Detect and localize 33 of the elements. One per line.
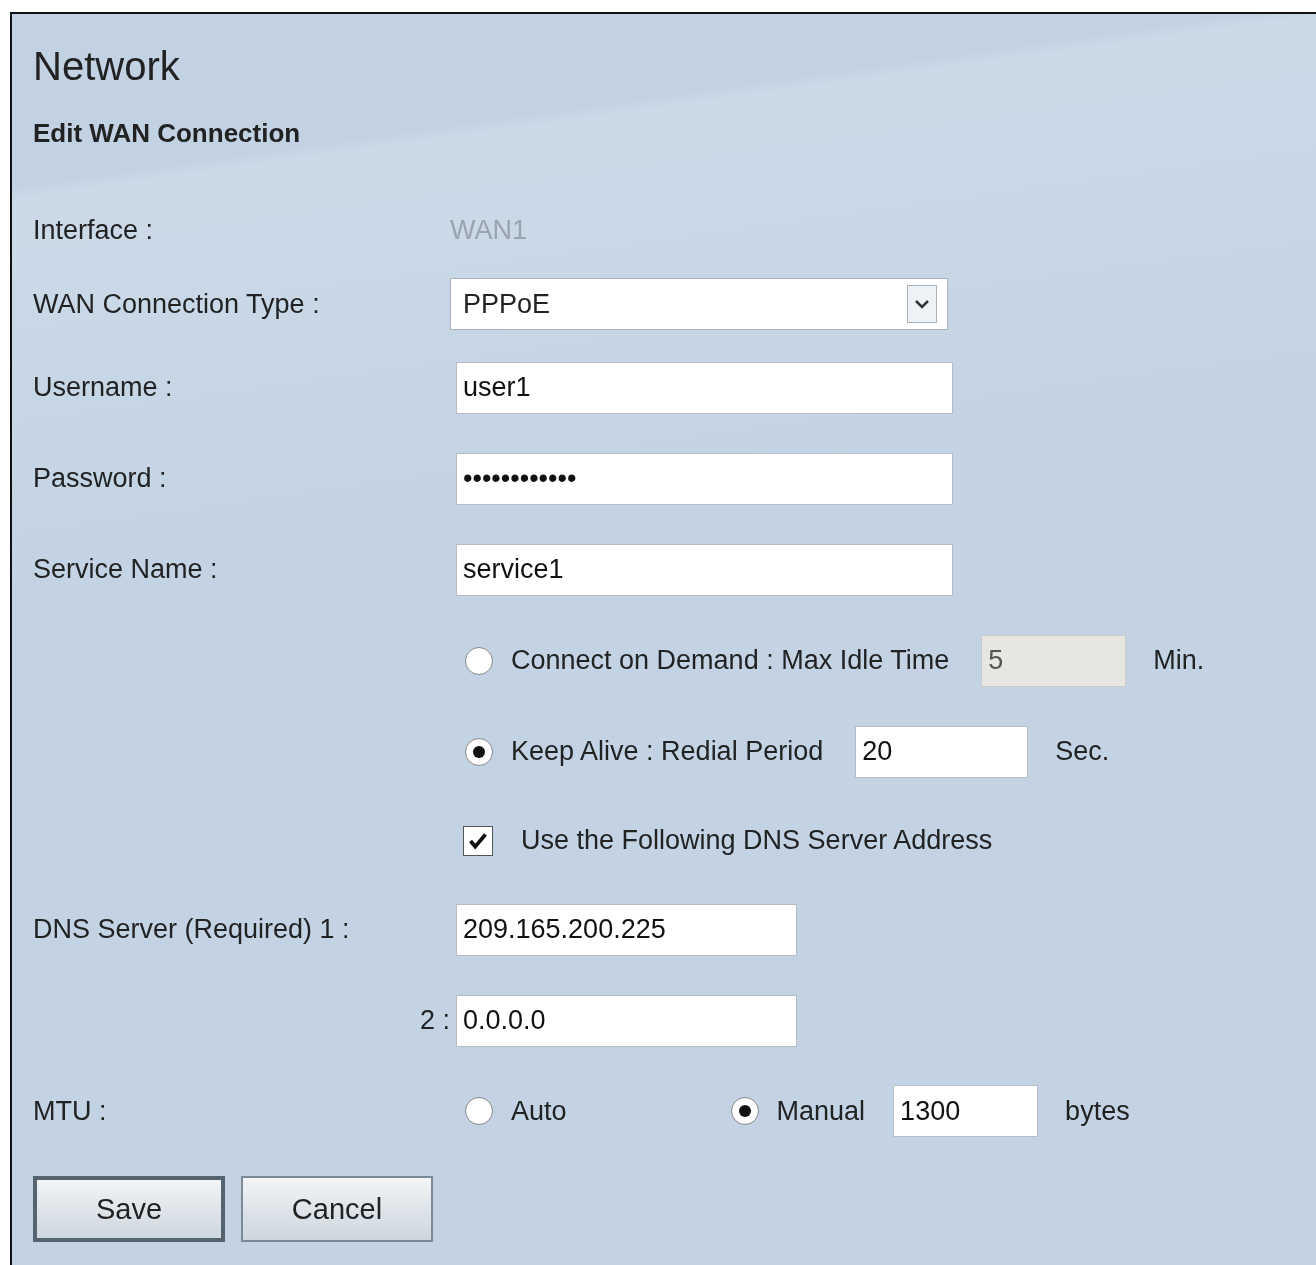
- field-label: 2 :: [418, 1005, 450, 1036]
- dns-field[interactable]: 0.0.0.0: [456, 994, 797, 1047]
- option-label: Keep Alive : Redial Period: [511, 736, 824, 767]
- field-label: Service Name :: [33, 554, 219, 585]
- text-field[interactable]: ••••••••••••: [456, 452, 953, 505]
- mtu-field[interactable]: 1300: [893, 1085, 1039, 1137]
- connection-type-select[interactable]: PPPoE: [450, 278, 948, 330]
- interface-value: WAN1: [450, 214, 527, 246]
- field-label: Password :: [33, 463, 168, 494]
- unit-label: Sec.: [1055, 736, 1110, 767]
- option-label: Auto: [511, 1095, 567, 1127]
- unit-label: Min.: [1153, 645, 1205, 676]
- option-label: Connect on Demand : Max Idle Time: [511, 645, 950, 676]
- radio-button[interactable]: [730, 1097, 759, 1125]
- field-label: Interface :: [33, 214, 155, 246]
- field-label: MTU :: [33, 1095, 108, 1127]
- radio-button[interactable]: [465, 737, 493, 766]
- field-label: Username :: [33, 372, 174, 403]
- checkbox[interactable]: [463, 825, 493, 856]
- field-label: DNS Server (Required) 1 :: [33, 914, 351, 945]
- radio-button[interactable]: [465, 1097, 493, 1125]
- checkbox-label: Use the Following DNS Server Address: [521, 825, 993, 856]
- text-field[interactable]: service1: [456, 543, 953, 596]
- option-label: Manual: [776, 1095, 866, 1127]
- text-field[interactable]: user1: [456, 361, 953, 414]
- page-title: Network: [33, 43, 181, 90]
- number-field[interactable]: 20: [855, 725, 1029, 778]
- cancel-button[interactable]: Cancel: [241, 1176, 433, 1242]
- field-label: WAN Connection Type :: [33, 288, 321, 320]
- save-button[interactable]: Save: [33, 1176, 225, 1242]
- unit-label: bytes: [1065, 1095, 1130, 1127]
- section-title: Edit WAN Connection: [33, 118, 302, 150]
- dns-field[interactable]: 209.165.200.225: [456, 903, 797, 956]
